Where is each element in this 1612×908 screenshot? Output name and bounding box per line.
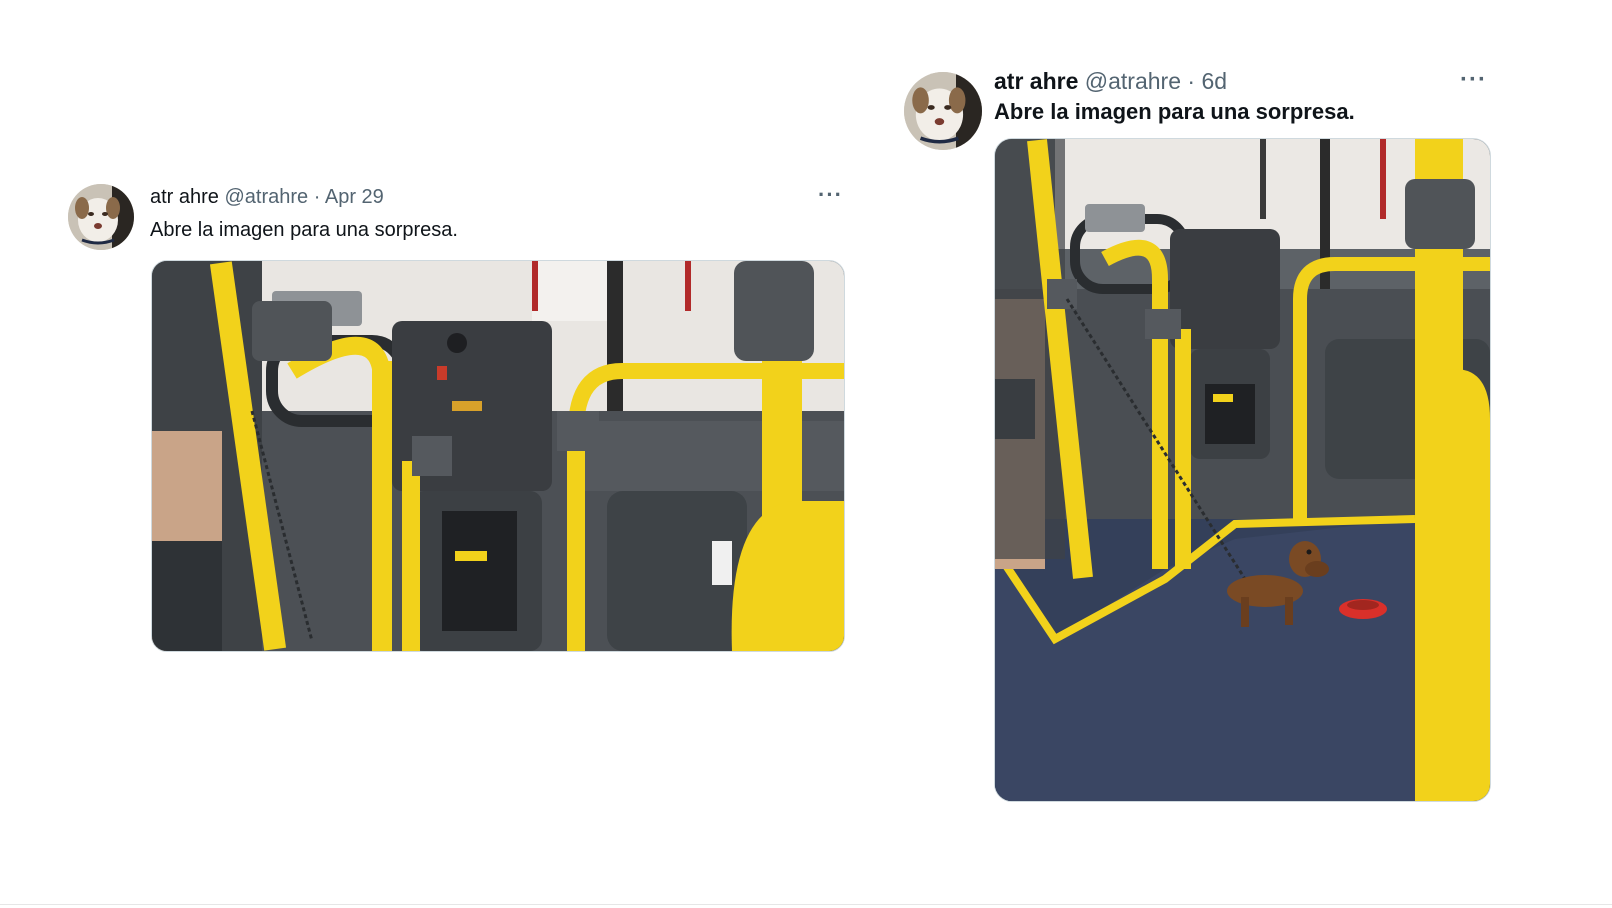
more-options-icon[interactable]: ··· (818, 182, 843, 208)
author-avatar[interactable] (904, 72, 982, 150)
tweet-header: atr ahre @atrahre · 6d (994, 68, 1227, 95)
author-name[interactable]: atr ahre (994, 68, 1078, 94)
tweet-header: atr ahre @atrahre · Apr 29 (150, 186, 384, 209)
tweet-timestamp[interactable]: Apr 29 (325, 186, 384, 208)
dog-avatar-icon (904, 72, 982, 150)
bottom-divider (0, 904, 1612, 905)
screenshot-canvas: atr ahre @atrahre · Apr 29 ··· Abre la i… (0, 0, 1612, 908)
author-handle[interactable]: @atrahre (1085, 68, 1181, 94)
tweet-text: Abre la imagen para una sorpresa. (994, 99, 1355, 124)
bus-interior-photo (152, 261, 844, 651)
header-separator: · (1187, 68, 1196, 94)
more-options-icon[interactable]: ··· (1460, 66, 1487, 94)
dog-avatar-icon (68, 184, 134, 250)
author-name[interactable]: atr ahre (150, 186, 219, 208)
tweet-media-image[interactable] (151, 260, 845, 652)
author-handle[interactable]: @atrahre (225, 186, 309, 208)
header-separator: · (313, 186, 321, 208)
tweet-timestamp[interactable]: 6d (1201, 68, 1227, 94)
bus-interior-with-dog-photo (995, 139, 1490, 801)
author-avatar[interactable] (68, 184, 134, 250)
tweet-text: Abre la imagen para una sorpresa. (150, 219, 458, 241)
tweet-media-image[interactable] (994, 138, 1491, 802)
